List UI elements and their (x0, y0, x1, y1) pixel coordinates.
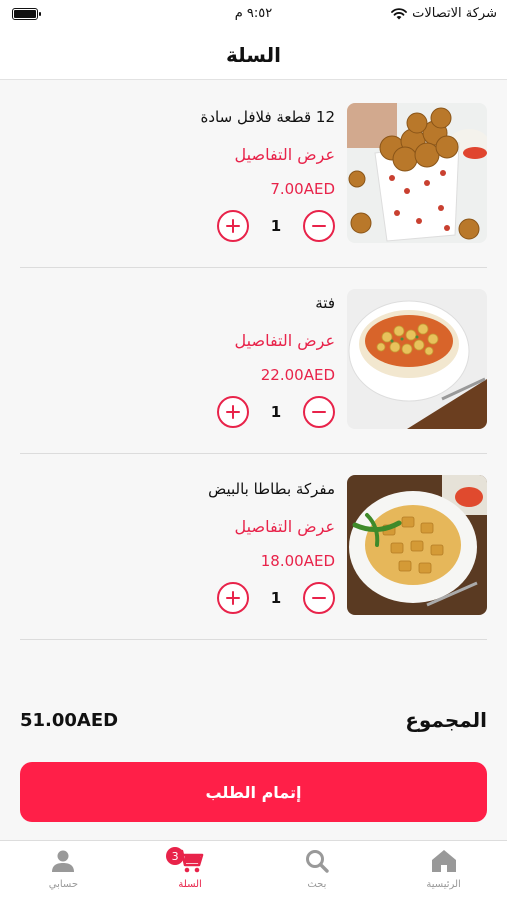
item-price: 18.00AED (260, 552, 335, 570)
cart-total: 51.00AED المجموع (20, 705, 487, 735)
page-header: السلة (0, 30, 507, 80)
quantity-value: 1 (270, 403, 282, 421)
bottom-tab-bar: حسابي 3 السلة بحث الرئيسية (0, 840, 507, 900)
search-icon (305, 850, 329, 873)
tab-home[interactable]: الرئيسية (380, 841, 507, 900)
tab-label: السلة (178, 879, 202, 890)
cart-count-badge: 3 (166, 847, 185, 865)
tab-label: الرئيسية (426, 879, 461, 890)
battery-icon (12, 8, 41, 20)
product-image-fatteh[interactable] (347, 289, 487, 429)
status-carrier: شركة الاتصالات (391, 6, 497, 21)
quantity-value: 1 (270, 589, 282, 607)
carrier-name: شركة الاتصالات (412, 6, 497, 21)
item-name: مفركة بطاطا بالبيض (208, 480, 335, 498)
view-details-link[interactable]: عرض التفاصيل (201, 144, 335, 166)
quantity-stepper: 1 (217, 582, 335, 614)
tab-label: حسابي (48, 879, 79, 890)
increase-quantity-button[interactable] (217, 210, 249, 242)
item-info: مفركة بطاطا بالبيض عرض التفاصيل 18.00AED (208, 478, 335, 572)
item-name: فتة (315, 294, 335, 312)
cart-item: فتة عرض التفاصيل 22.00AED 1 (20, 268, 487, 454)
product-image-falafel[interactable] (347, 103, 487, 243)
wifi-icon (391, 7, 408, 19)
quantity-stepper: 1 (217, 396, 335, 428)
cart-item: 12 قطعة فلافل سادة عرض التفاصيل 7.00AED … (20, 82, 487, 268)
status-bar: ٩:٥٢ م شركة الاتصالات (0, 0, 507, 30)
decrease-quantity-button[interactable] (303, 396, 335, 428)
quantity-value: 1 (270, 217, 282, 235)
view-details-link[interactable]: عرض التفاصيل (208, 516, 335, 538)
tab-cart[interactable]: 3 السلة (127, 841, 254, 900)
minus-icon (312, 224, 326, 227)
home-icon (431, 850, 456, 872)
person-icon (52, 850, 75, 872)
item-price: 22.00AED (260, 366, 335, 384)
total-label: المجموع (405, 708, 487, 732)
status-time: ٩:٥٢ م (234, 6, 273, 21)
quantity-stepper: 1 (217, 210, 335, 242)
tab-account[interactable]: حسابي (0, 841, 127, 900)
view-details-link[interactable]: عرض التفاصيل (235, 330, 335, 352)
increase-quantity-button[interactable] (217, 396, 249, 428)
decrease-quantity-button[interactable] (303, 210, 335, 242)
total-amount: 51.00AED (20, 709, 119, 731)
increase-quantity-button[interactable] (217, 582, 249, 614)
minus-icon (312, 410, 326, 413)
product-image-potato-egg[interactable] (347, 475, 487, 615)
tab-search[interactable]: بحث (254, 841, 381, 900)
minus-icon (312, 596, 326, 599)
item-name: 12 قطعة فلافل سادة (200, 108, 335, 126)
cart-list: 12 قطعة فلافل سادة عرض التفاصيل 7.00AED … (0, 82, 507, 640)
item-price: 7.00AED (270, 180, 335, 198)
page-title: السلة (225, 42, 281, 67)
tab-label: بحث (307, 879, 327, 890)
checkout-button[interactable]: إتمام الطلب (20, 762, 487, 822)
cart-item: مفركة بطاطا بالبيض عرض التفاصيل 18.00AED… (20, 454, 487, 640)
item-info: فتة عرض التفاصيل 22.00AED (235, 292, 335, 386)
decrease-quantity-button[interactable] (303, 582, 335, 614)
item-info: 12 قطعة فلافل سادة عرض التفاصيل 7.00AED (201, 106, 335, 200)
